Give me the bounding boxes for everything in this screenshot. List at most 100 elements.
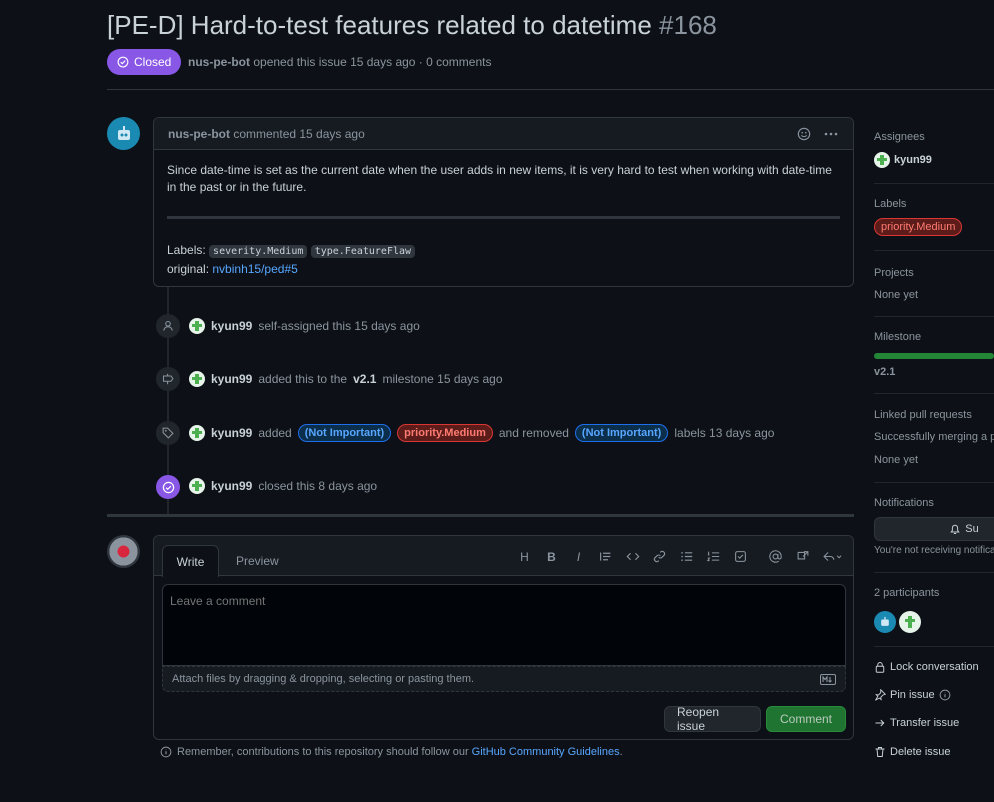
robot-icon	[117, 125, 130, 140]
avatar[interactable]	[189, 371, 205, 387]
milestone-link[interactable]: v2.1	[353, 372, 376, 386]
timeline-divider	[107, 514, 854, 517]
event-text: and removed	[498, 426, 569, 440]
pin-icon	[875, 689, 886, 701]
header-divider	[107, 89, 994, 90]
guidelines-suffix: .	[619, 746, 623, 758]
comment-header: nus-pe-bot commented 15 days ago	[154, 118, 853, 150]
sidebar-divider	[874, 183, 994, 184]
sidebar-label-wrap: priority.Medium	[874, 218, 994, 236]
milestone-heading[interactable]: Milestone	[874, 331, 994, 343]
comment-textarea[interactable]	[162, 584, 846, 666]
subscribe-label: Su	[965, 523, 979, 535]
tag-icon	[156, 421, 180, 445]
label-pill[interactable]: (Not Important)	[297, 424, 392, 442]
guidelines-link[interactable]: GitHub Community Guidelines	[472, 746, 620, 758]
pin-label: Pin issue	[890, 689, 935, 701]
label-pill[interactable]: (Not Important)	[574, 424, 669, 442]
heading-button[interactable]: H	[516, 548, 533, 565]
subscribe-button[interactable]: Su	[874, 517, 994, 541]
issue-meta-text: opened this issue 15 days ago · 0 commen…	[253, 55, 492, 69]
mention-icon[interactable]	[767, 548, 784, 565]
comment-divider	[167, 216, 840, 219]
issue-author[interactable]: nus-pe-bot	[188, 55, 250, 69]
issue-title-text: [PE-D] Hard-to-test features related to …	[107, 10, 652, 40]
timeline-event-closed: kyun99 closed this 8 days ago	[189, 478, 377, 494]
event-user[interactable]: kyun99	[211, 426, 252, 440]
transfer-issue-action[interactable]: Transfer issue	[874, 717, 959, 729]
guidelines-note: Remember, contributions to this reposito…	[160, 746, 623, 758]
label-type: type.FeatureFlaw	[310, 245, 416, 258]
quote-icon[interactable]	[597, 548, 614, 565]
original-link[interactable]: nvbinh15/ped#5	[212, 262, 297, 276]
guidelines-text: Remember, contributions to this reposito…	[177, 746, 469, 758]
avatar[interactable]	[107, 535, 140, 568]
bell-icon	[950, 524, 960, 534]
comment-text: Since date-time is set as the current da…	[167, 163, 832, 194]
comment-timestamp[interactable]: commented 15 days ago	[233, 127, 364, 141]
italic-button[interactable]: I	[570, 548, 587, 565]
closed-check-icon	[156, 475, 180, 499]
sidebar-divider	[874, 316, 994, 317]
state-badge-label: Closed	[134, 55, 172, 69]
lock-icon	[875, 662, 885, 673]
event-user[interactable]: kyun99	[211, 479, 252, 493]
avatar[interactable]	[899, 611, 921, 633]
avatar[interactable]	[189, 478, 205, 494]
tab-write[interactable]: Write	[162, 545, 219, 577]
event-text: milestone 15 days ago	[382, 372, 503, 386]
projects-value: None yet	[874, 289, 919, 301]
issue-title: [PE-D] Hard-to-test features related to …	[107, 10, 717, 41]
comment-button[interactable]: Comment	[766, 706, 846, 732]
cross-reference-icon[interactable]	[794, 548, 811, 565]
delete-issue-action[interactable]: Delete issue	[874, 746, 951, 758]
avatar[interactable]	[107, 117, 140, 150]
projects-heading[interactable]: Projects	[874, 267, 994, 279]
avatar	[874, 152, 890, 168]
event-user[interactable]: kyun99	[211, 319, 252, 333]
sidebar-divider	[874, 646, 994, 647]
assignees-heading[interactable]: Assignees	[874, 131, 994, 143]
closed-check-icon	[117, 56, 129, 68]
milestone-value[interactable]: v2.1	[874, 366, 994, 378]
reply-dropdown-icon[interactable]	[821, 548, 845, 565]
assignee-item[interactable]: kyun99	[874, 152, 994, 168]
comment-author[interactable]: nus-pe-bot	[168, 127, 230, 141]
attach-files-text: Attach files by dragging & dropping, sel…	[172, 673, 475, 685]
smiley-icon[interactable]	[797, 127, 811, 141]
participants-heading: 2 participants	[874, 587, 940, 599]
arrow-right-icon	[875, 719, 885, 727]
sidebar-divider	[874, 572, 994, 573]
notifications-desc: You're not receiving notifica	[874, 545, 994, 556]
tab-preview[interactable]: Preview	[236, 554, 279, 568]
sidebar-label-pill[interactable]: priority.Medium	[874, 218, 963, 236]
kebab-menu-icon[interactable]	[823, 127, 839, 141]
linked-pr-heading[interactable]: Linked pull requests	[874, 409, 994, 421]
markdown-icon[interactable]	[820, 673, 836, 685]
task-list-icon[interactable]	[732, 548, 749, 565]
event-user[interactable]: kyun99	[211, 372, 252, 386]
lock-label: Lock conversation	[890, 661, 979, 673]
avatar[interactable]	[874, 611, 896, 633]
event-text: self-assigned this 15 days ago	[258, 319, 420, 333]
info-icon[interactable]	[939, 689, 951, 701]
attach-files-bar[interactable]: Attach files by dragging & dropping, sel…	[162, 666, 846, 692]
labels-heading[interactable]: Labels	[874, 198, 994, 210]
transfer-label: Transfer issue	[890, 717, 960, 729]
avatar[interactable]	[189, 425, 205, 441]
participants-list	[874, 611, 994, 633]
ordered-list-icon[interactable]	[705, 548, 722, 565]
code-icon[interactable]	[624, 548, 641, 565]
label-pill[interactable]: priority.Medium	[397, 424, 493, 442]
bold-button[interactable]: B	[543, 548, 560, 565]
avatar[interactable]	[189, 318, 205, 334]
lock-conversation-action[interactable]: Lock conversation	[874, 661, 979, 673]
event-text: labels 13 days ago	[674, 426, 775, 440]
unordered-list-icon[interactable]	[678, 548, 695, 565]
event-text: added this to the	[258, 372, 348, 386]
pin-issue-action[interactable]: Pin issue	[874, 689, 951, 701]
reopen-issue-button[interactable]: Reopen issue	[664, 705, 761, 733]
link-icon[interactable]	[651, 548, 668, 565]
person-icon	[156, 314, 180, 338]
delete-label: Delete issue	[890, 746, 951, 758]
